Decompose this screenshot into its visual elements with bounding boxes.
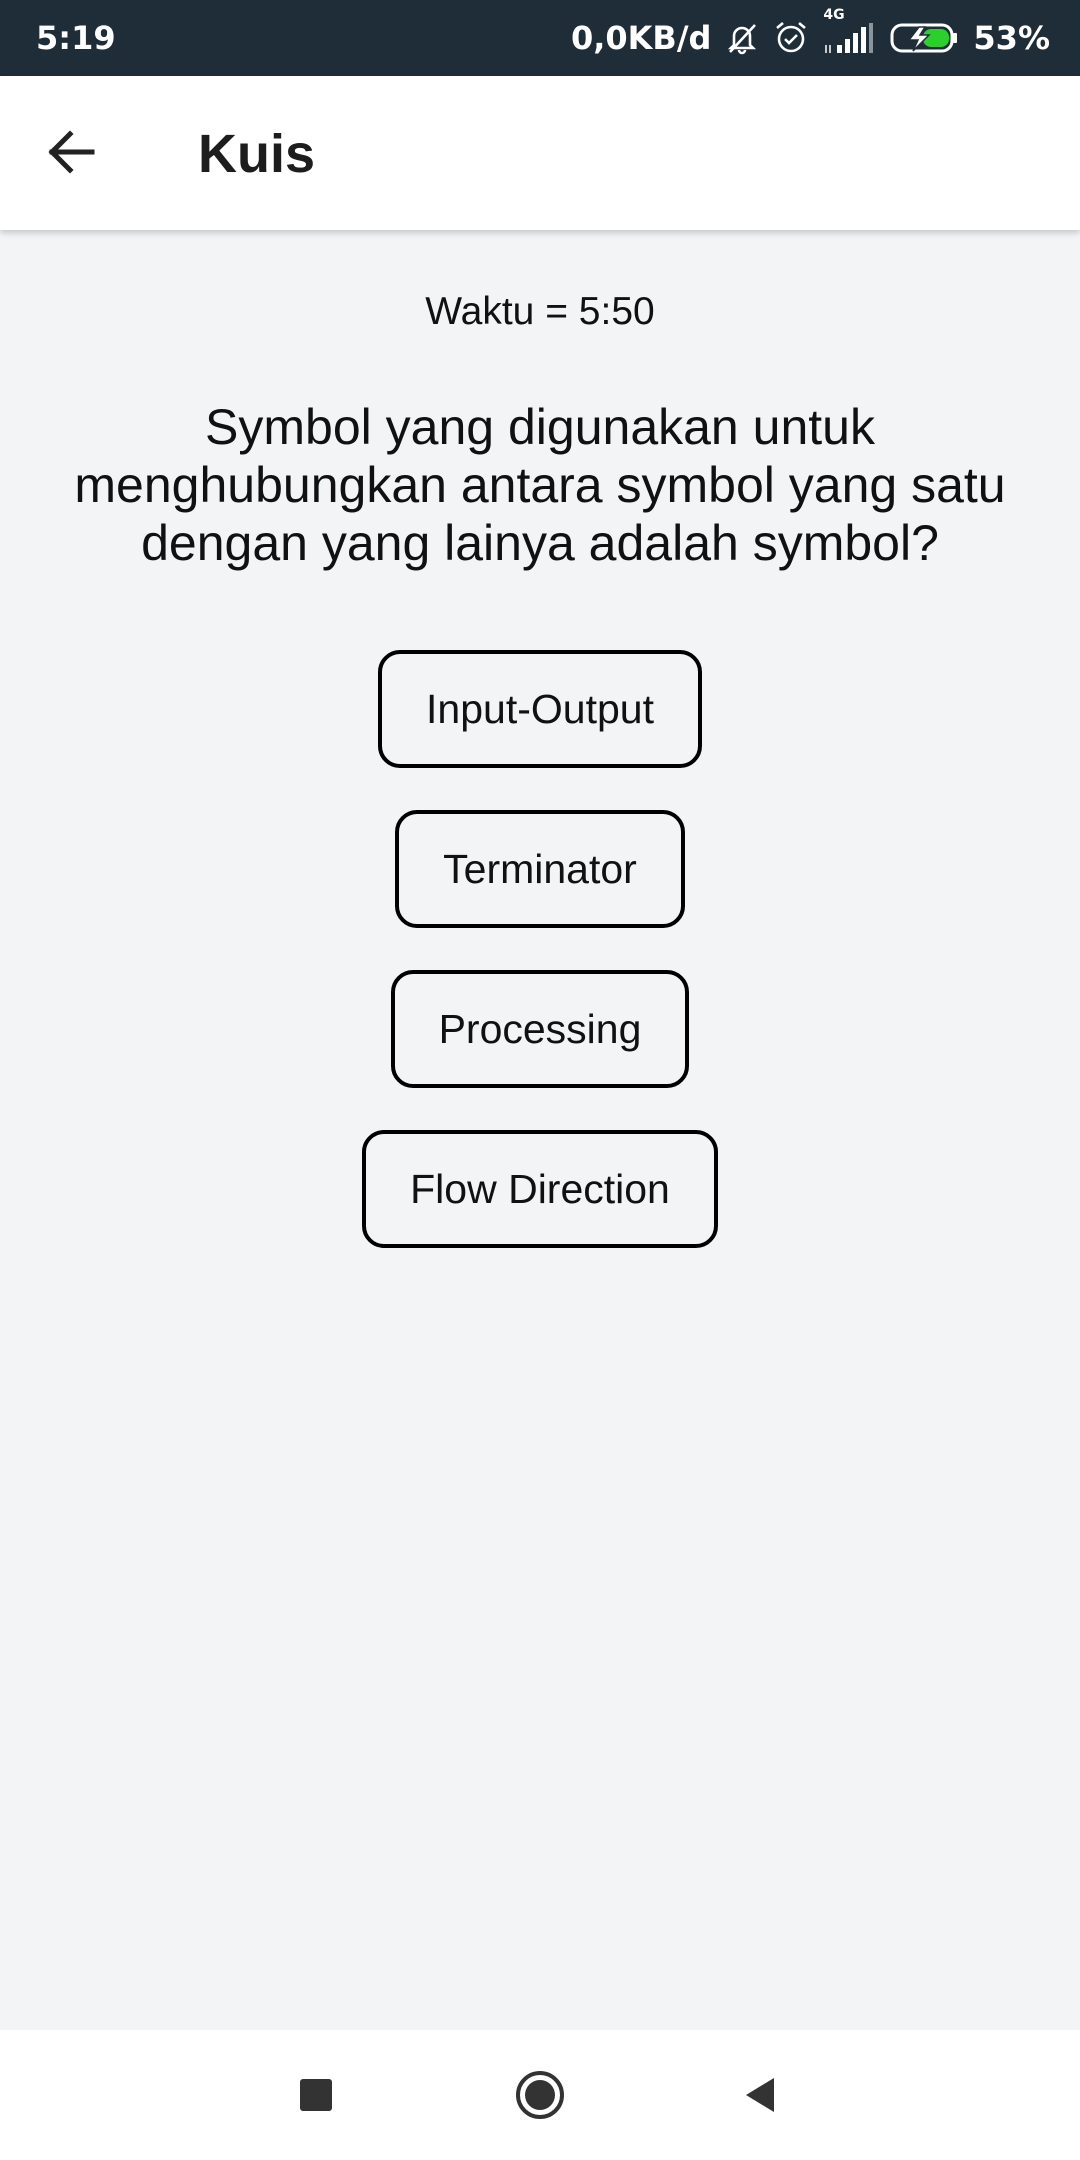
home-circle-icon — [516, 2071, 564, 2119]
quiz-content: Waktu = 5:50 Symbol yang digunakan untuk… — [0, 230, 1080, 2030]
answer-option-processing[interactable]: Processing — [390, 970, 690, 1088]
answer-option-terminator[interactable]: Terminator — [395, 810, 685, 928]
answer-option-input-output[interactable]: Input-Output — [378, 650, 702, 768]
quiz-timer: Waktu = 5:50 — [425, 290, 655, 333]
back-button[interactable] — [36, 110, 106, 194]
network-speed: 0,0KB/d — [570, 19, 712, 57]
mute-icon — [725, 21, 759, 55]
app-bar: Kuis — [0, 76, 1080, 230]
answer-options: Input-Output Terminator Processing Flow … — [0, 650, 1080, 1248]
page-title: Kuis — [198, 124, 316, 184]
signal-icon: 4G — [823, 7, 875, 53]
back-triangle-icon — [746, 2078, 774, 2112]
home-button[interactable] — [480, 2030, 600, 2160]
alarm-icon — [773, 20, 809, 56]
answer-option-flow-direction[interactable]: Flow Direction — [362, 1130, 718, 1248]
quiz-question: Symbol yang digunakan untuk menghubungka… — [74, 399, 1006, 571]
battery-charging-icon — [889, 21, 959, 55]
status-bar: 5:19 0,0KB/d 4G 53% — [0, 0, 1080, 76]
nav-back-button[interactable] — [700, 2030, 820, 2160]
recents-square-icon — [300, 2079, 332, 2111]
battery-percent: 53% — [973, 19, 1050, 57]
network-type-label: 4G — [823, 7, 845, 23]
arrow-back-icon — [48, 130, 95, 174]
status-time: 5:19 — [36, 19, 116, 57]
recents-button[interactable] — [256, 2030, 376, 2160]
system-nav-bar — [0, 2030, 1080, 2160]
status-icons: 0,0KB/d 4G 53% — [570, 7, 1050, 57]
